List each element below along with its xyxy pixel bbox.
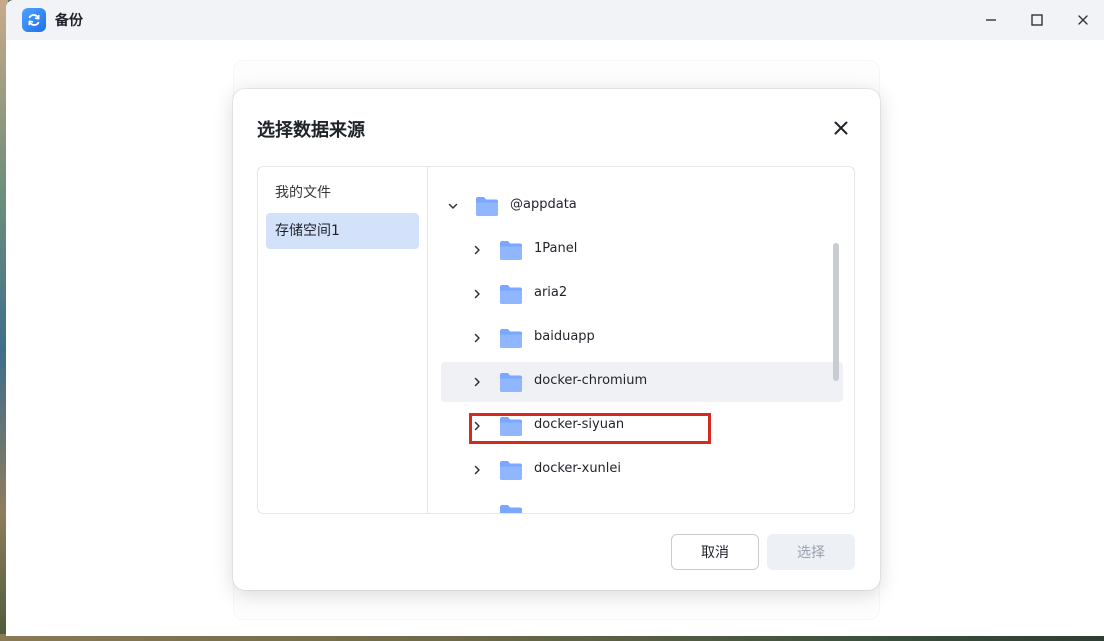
sidebar-item-my-files[interactable]: 我的文件 [266, 175, 419, 211]
tree-row-docker-siyuan[interactable]: docker-siyuan [441, 406, 843, 446]
folder-icon [499, 503, 523, 513]
folder-icon [499, 371, 523, 393]
tree-row-label: baiduapp [534, 329, 595, 344]
tree-row-docker-xunlei[interactable]: docker-xunlei [441, 450, 843, 490]
maximize-icon[interactable] [1025, 8, 1049, 32]
folder-icon [499, 459, 523, 481]
tree-row-docker-chromium[interactable]: docker-chromium [441, 362, 843, 402]
chevron-right-icon[interactable] [469, 242, 485, 258]
tree-row-label: aria2 [534, 285, 568, 300]
tree-row-label: docker-chromium [534, 373, 648, 388]
tree-row-partial[interactable] [441, 494, 843, 513]
chevron-right-icon[interactable] [469, 286, 485, 302]
window-title: 备份 [55, 13, 83, 29]
backup-sync-icon [22, 8, 46, 32]
close-icon[interactable] [1071, 8, 1095, 32]
folder-icon [499, 415, 523, 437]
chevron-right-icon[interactable] [469, 374, 485, 390]
tree-row-aria2[interactable]: aria2 [441, 274, 843, 314]
chevron-right-icon[interactable] [469, 462, 485, 478]
chevron-right-icon[interactable] [469, 330, 485, 346]
dialog-title: 选择数据来源 [257, 120, 365, 141]
chevron-down-icon[interactable] [445, 198, 461, 214]
folder-icon [499, 283, 523, 305]
tree-row-label: docker-xunlei [534, 461, 622, 476]
folder-icon [499, 327, 523, 349]
tree-row-label: docker-siyuan [534, 417, 625, 432]
backup-window: 备份 选择数据来源 我的文件 存储空间1 @appdata 1Panel ari… [6, 0, 1104, 636]
dialog-close-icon[interactable] [830, 117, 852, 139]
title-bar[interactable]: 备份 [6, 0, 1104, 40]
select-data-source-dialog: 选择数据来源 我的文件 存储空间1 @appdata 1Panel aria2 … [233, 89, 880, 590]
chevron-right-icon[interactable] [469, 418, 485, 434]
cancel-button[interactable]: 取消 [671, 534, 759, 570]
minimize-icon[interactable] [979, 8, 1003, 32]
source-browser-panel: 我的文件 存储空间1 @appdata 1Panel aria2 baiduap… [257, 166, 855, 514]
select-button[interactable]: 选择 [767, 534, 855, 570]
tree-scrollbar[interactable] [833, 243, 839, 381]
tree-row-label: @appdata [510, 197, 577, 212]
location-sidebar: 我的文件 存储空间1 [258, 167, 428, 513]
tree-row-baiduapp[interactable]: baiduapp [441, 318, 843, 358]
tree-row-appdata[interactable]: @appdata [441, 186, 843, 226]
folder-tree: @appdata 1Panel aria2 baiduapp docker-ch… [429, 167, 854, 513]
folder-icon [499, 239, 523, 261]
folder-icon [475, 195, 499, 217]
tree-row-label: 1Panel [534, 241, 578, 256]
tree-row-1panel[interactable]: 1Panel [441, 230, 843, 270]
sidebar-item-storage-1[interactable]: 存储空间1 [266, 213, 419, 249]
